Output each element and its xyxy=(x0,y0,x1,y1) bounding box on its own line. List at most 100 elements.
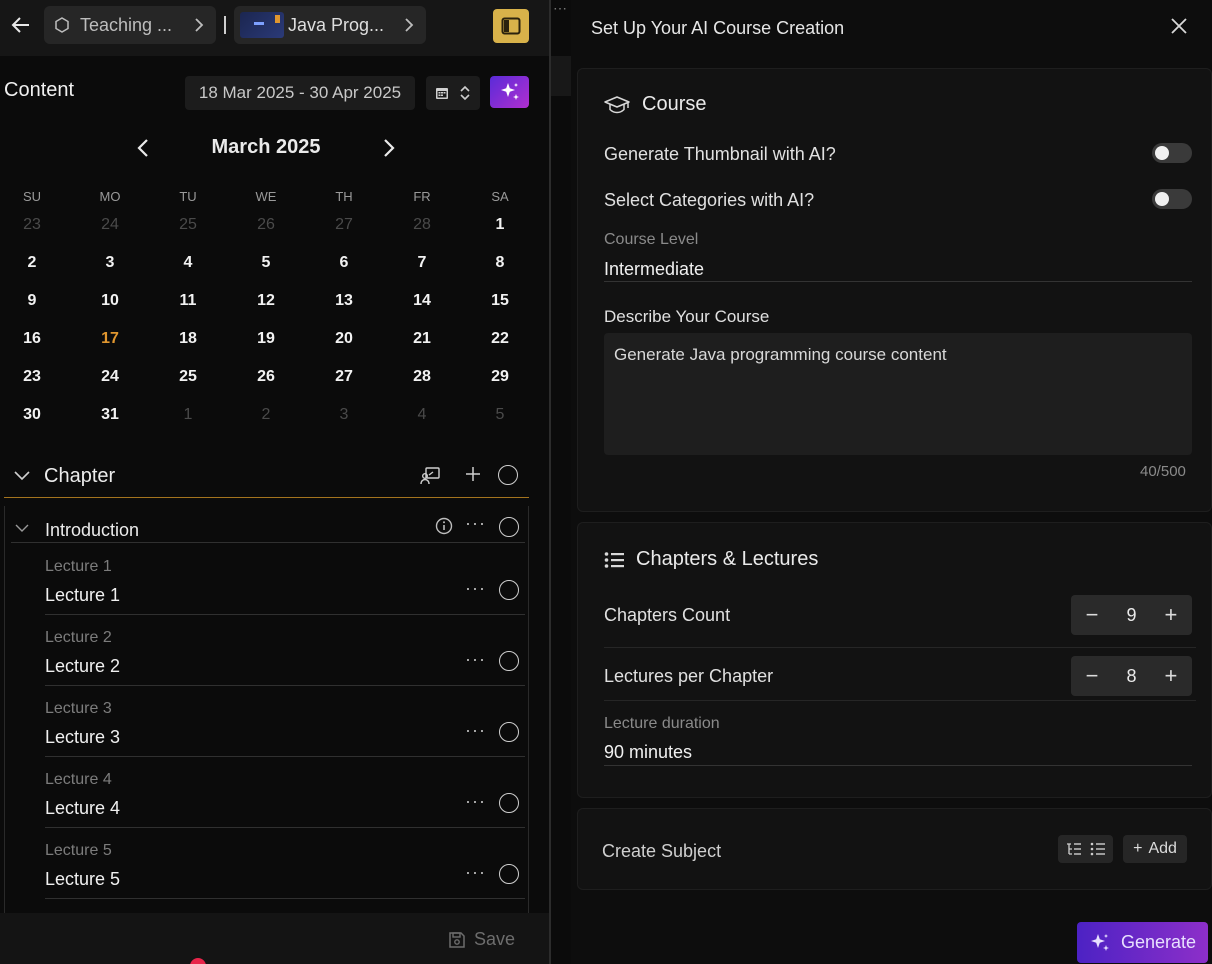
calendar-day[interactable]: 12 xyxy=(236,292,296,310)
calendar-day[interactable]: 24 xyxy=(80,368,140,386)
decrement-button[interactable]: − xyxy=(1083,602,1101,628)
calendar-day[interactable]: 23 xyxy=(2,216,62,234)
weekday-label: SA xyxy=(491,189,509,204)
breadcrumb-java[interactable]: Java Prog... xyxy=(234,6,426,44)
calendar-day[interactable]: 29 xyxy=(470,368,530,386)
more-options-icon[interactable]: ··· xyxy=(465,649,486,670)
describe-course-textarea[interactable]: Generate Java programming course content xyxy=(604,333,1192,455)
add-subject-button[interactable]: + Add xyxy=(1123,835,1187,863)
calendar-day[interactable]: 16 xyxy=(2,330,62,348)
more-options-icon[interactable]: ··· xyxy=(465,791,486,812)
close-icon[interactable] xyxy=(1170,17,1188,35)
calendar-day[interactable]: 13 xyxy=(314,292,374,310)
more-options-icon[interactable]: ··· xyxy=(465,862,486,883)
next-month-icon[interactable] xyxy=(379,136,399,160)
ai-sparkle-button[interactable] xyxy=(490,76,529,108)
presentation-icon[interactable] xyxy=(420,467,440,485)
calendar-day[interactable]: 4 xyxy=(158,254,218,272)
sidebar-toggle-button[interactable] xyxy=(493,9,529,43)
calendar-day[interactable]: 25 xyxy=(158,216,218,234)
calendar-day[interactable]: 20 xyxy=(314,330,374,348)
chapter-content: Introduction ··· Lecture 1 Lecture 1 ··· Le… xyxy=(4,506,529,914)
calendar-day[interactable]: 21 xyxy=(392,330,452,348)
calendar-day[interactable]: 18 xyxy=(158,330,218,348)
save-button[interactable]: Save xyxy=(448,929,515,950)
calendar-day[interactable]: 28 xyxy=(392,216,452,234)
calendar-day[interactable]: 27 xyxy=(314,216,374,234)
drag-handle-icon[interactable]: ⋯ xyxy=(550,0,570,30)
lecture-row[interactable]: Lecture 1 Lecture 1 ··· xyxy=(45,544,525,615)
course-thumbnail-icon xyxy=(240,12,284,38)
lecture-select-radio[interactable] xyxy=(499,793,519,813)
lecture-row[interactable]: Lecture 5 Lecture 5 ··· xyxy=(45,828,525,899)
generate-button[interactable]: Generate xyxy=(1077,922,1208,963)
lecture-row[interactable]: Lecture 4 Lecture 4 ··· xyxy=(45,757,525,828)
chapter-header[interactable]: Chapter xyxy=(4,456,529,498)
lecture-duration-label: Lecture duration xyxy=(604,715,720,732)
decrement-button[interactable]: − xyxy=(1083,663,1101,689)
lecture-select-radio[interactable] xyxy=(499,580,519,600)
lectures-per-chapter-stepper: − 8 + xyxy=(1071,656,1192,696)
chapter-select-radio[interactable] xyxy=(498,465,518,485)
breadcrumb-teaching[interactable]: Teaching ... xyxy=(44,6,216,44)
calendar-day[interactable]: 8 xyxy=(470,254,530,272)
course-level-select[interactable]: Intermediate xyxy=(604,259,1192,282)
plus-icon[interactable] xyxy=(466,467,480,481)
calendar-day[interactable]: 22 xyxy=(470,330,530,348)
date-range-field[interactable]: 18 Mar 2025 - 30 Apr 2025 xyxy=(185,76,415,110)
calendar-day[interactable]: 27 xyxy=(314,368,374,386)
calendar-day[interactable]: 9 xyxy=(2,292,62,310)
calendar-day[interactable]: 31 xyxy=(80,406,140,424)
divider xyxy=(604,700,1196,701)
calendar-day[interactable]: 11 xyxy=(158,292,218,310)
lecture-row[interactable]: Lecture 2 Lecture 2 ··· xyxy=(45,615,525,686)
calendar-day[interactable]: 5 xyxy=(236,254,296,272)
lecture-select-radio[interactable] xyxy=(499,864,519,884)
calendar-toggle-button[interactable] xyxy=(426,76,480,110)
calendar-day[interactable]: 15 xyxy=(470,292,530,310)
prev-month-icon[interactable] xyxy=(133,136,153,160)
calendar-day[interactable]: 2 xyxy=(236,406,296,424)
calendar-day[interactable]: 17 xyxy=(80,330,140,348)
increment-button[interactable]: + xyxy=(1162,663,1180,689)
info-icon[interactable] xyxy=(435,517,453,535)
calendar-day[interactable]: 26 xyxy=(236,216,296,234)
calendar-day[interactable]: 26 xyxy=(236,368,296,386)
calendar-day[interactable]: 5 xyxy=(470,406,530,424)
more-options-icon[interactable]: ··· xyxy=(465,578,486,599)
sparkle-icon xyxy=(500,83,519,100)
calendar-day[interactable]: 24 xyxy=(80,216,140,234)
lecture-select-radio[interactable] xyxy=(499,651,519,671)
lecture-row[interactable]: Lecture 3 Lecture 3 ··· xyxy=(45,686,525,757)
calendar-day[interactable]: 10 xyxy=(80,292,140,310)
calendar-day[interactable]: 6 xyxy=(314,254,374,272)
calendar-day[interactable]: 14 xyxy=(392,292,452,310)
introduction-row[interactable]: Introduction ··· xyxy=(11,506,525,543)
categories-ai-toggle[interactable] xyxy=(1152,189,1192,209)
list-view-toggle[interactable] xyxy=(1058,835,1113,863)
back-arrow-icon[interactable] xyxy=(8,12,34,38)
calendar-day[interactable]: 3 xyxy=(80,254,140,272)
more-options-icon[interactable]: ··· xyxy=(465,513,486,534)
calendar-day[interactable]: 2 xyxy=(2,254,62,272)
thumbnail-ai-toggle[interactable] xyxy=(1152,143,1192,163)
pane-splitter[interactable] xyxy=(549,0,551,964)
more-options-icon[interactable]: ··· xyxy=(465,720,486,741)
calendar-day[interactable]: 3 xyxy=(314,406,374,424)
course-card: Course Generate Thumbnail with AI? Selec… xyxy=(577,68,1212,512)
calendar-day[interactable]: 7 xyxy=(392,254,452,272)
calendar-day[interactable]: 1 xyxy=(158,406,218,424)
calendar-day[interactable]: 1 xyxy=(470,216,530,234)
calendar-day[interactable]: 4 xyxy=(392,406,452,424)
lecture-subtitle: Lecture 1 xyxy=(45,558,112,575)
increment-button[interactable]: + xyxy=(1162,602,1180,628)
calendar-day[interactable]: 25 xyxy=(158,368,218,386)
calendar-day[interactable]: 30 xyxy=(2,406,62,424)
lecture-duration-field[interactable]: 90 minutes xyxy=(604,742,1192,766)
calendar-day[interactable]: 28 xyxy=(392,368,452,386)
calendar-day[interactable]: 19 xyxy=(236,330,296,348)
course-level-label: Course Level xyxy=(604,231,699,248)
introduction-select-radio[interactable] xyxy=(499,517,519,537)
lecture-select-radio[interactable] xyxy=(499,722,519,742)
calendar-day[interactable]: 23 xyxy=(2,368,62,386)
